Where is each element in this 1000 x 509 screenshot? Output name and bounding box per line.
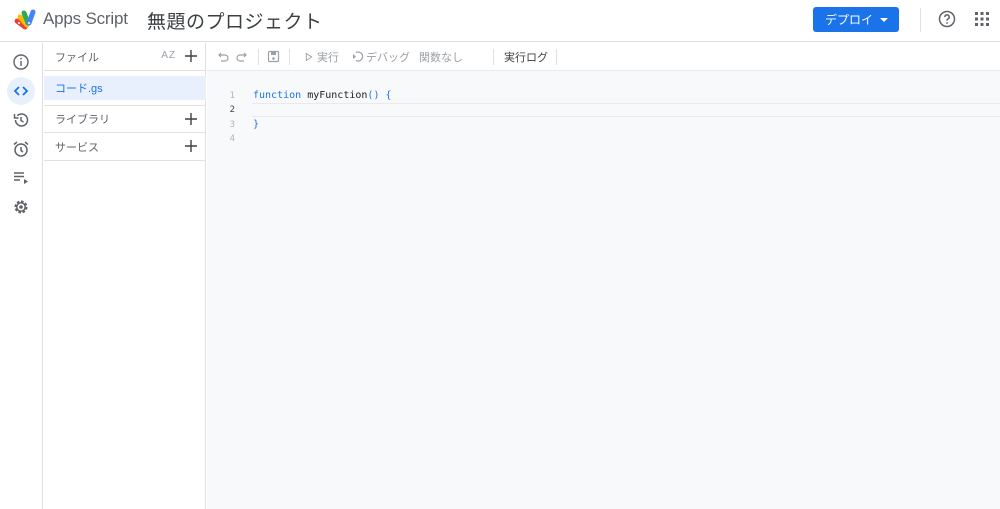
keyword: function	[253, 90, 302, 101]
nav-rail	[0, 43, 43, 509]
files-header: ファイル AZ	[44, 43, 206, 71]
code-line: 1 function myFunction() {	[207, 89, 1000, 103]
execution-log-label: 実行ログ	[504, 51, 548, 64]
code-line: 2	[207, 103, 1000, 117]
rail-item-triggers[interactable]	[7, 135, 35, 163]
toolbar-divider	[289, 49, 290, 65]
playlist-play-icon	[14, 172, 28, 184]
services-row[interactable]: サービス	[44, 133, 206, 161]
punctuation: () {	[367, 90, 392, 101]
apps-grid-icon[interactable]	[974, 11, 990, 27]
libraries-row[interactable]: ライブラリ	[44, 105, 206, 133]
debug-button[interactable]: デバッグ	[351, 43, 410, 70]
function-name: myFunction	[307, 90, 368, 101]
code-text: function myFunction() {	[253, 89, 392, 103]
file-name: コード.gs	[55, 83, 103, 95]
app-name: Apps Script	[43, 9, 128, 28]
redo-button[interactable]	[236, 43, 249, 70]
sort-az-icon[interactable]: AZ	[161, 50, 176, 61]
deploy-button[interactable]: デプロイ	[813, 7, 899, 32]
rail-item-settings[interactable]	[7, 193, 35, 221]
gear-icon	[14, 200, 28, 214]
libraries-label: ライブラリ	[55, 114, 110, 126]
app-header: Apps Script 無題のプロジェクト デプロイ	[0, 0, 1000, 42]
editor-toolbar: 実行 デバッグ 関数なし 実行ログ	[207, 43, 1000, 71]
toolbar-divider	[493, 49, 494, 65]
line-number: 1	[229, 91, 235, 101]
add-library-icon[interactable]	[184, 112, 198, 126]
line-number: 2	[229, 105, 235, 115]
save-icon	[267, 50, 280, 63]
function-select-value: 関数なし	[419, 51, 463, 64]
code-icon	[13, 86, 29, 96]
play-icon	[305, 52, 313, 61]
file-item-code-gs[interactable]: コード.gs	[44, 76, 206, 100]
caret-down-icon	[880, 18, 888, 22]
undo-button[interactable]	[216, 43, 229, 70]
deploy-label: デプロイ	[825, 13, 874, 27]
redo-icon	[236, 52, 247, 62]
debug-label: デバッグ	[366, 51, 410, 64]
add-file-icon[interactable]	[184, 49, 198, 63]
undo-icon	[218, 52, 229, 62]
code-line: 3 }	[207, 118, 1000, 132]
save-button[interactable]	[267, 43, 280, 70]
code-editor[interactable]: 1 function myFunction() { 2 3 } 4	[207, 71, 1000, 509]
line-number: 3	[229, 120, 235, 130]
toolbar-divider	[556, 49, 557, 65]
files-label: ファイル	[55, 51, 99, 64]
header-divider	[920, 8, 921, 32]
rail-item-overview[interactable]	[7, 48, 35, 76]
code-text: }	[253, 119, 260, 130]
rail-item-executions[interactable]	[7, 164, 35, 192]
project-title[interactable]: 無題のプロジェクト	[147, 7, 323, 34]
info-icon	[13, 54, 29, 70]
alarm-icon	[13, 141, 29, 157]
files-panel: ファイル AZ コード.gs ライブラリ サービス	[44, 43, 206, 509]
apps-script-logo[interactable]	[14, 8, 38, 30]
execution-log-button[interactable]: 実行ログ	[504, 43, 548, 70]
history-icon	[13, 113, 29, 127]
rail-item-editor[interactable]	[7, 77, 35, 105]
rail-item-versions[interactable]	[7, 106, 35, 134]
services-label: サービス	[55, 141, 99, 154]
code-line: 4	[207, 132, 1000, 146]
run-button[interactable]: 実行	[304, 43, 339, 70]
help-icon[interactable]	[938, 10, 956, 28]
line-number: 4	[229, 134, 235, 144]
toolbar-divider	[258, 49, 259, 65]
function-select[interactable]: 関数なし	[419, 43, 463, 70]
debug-icon	[353, 51, 364, 62]
add-service-icon[interactable]	[184, 139, 198, 153]
run-label: 実行	[317, 51, 339, 64]
